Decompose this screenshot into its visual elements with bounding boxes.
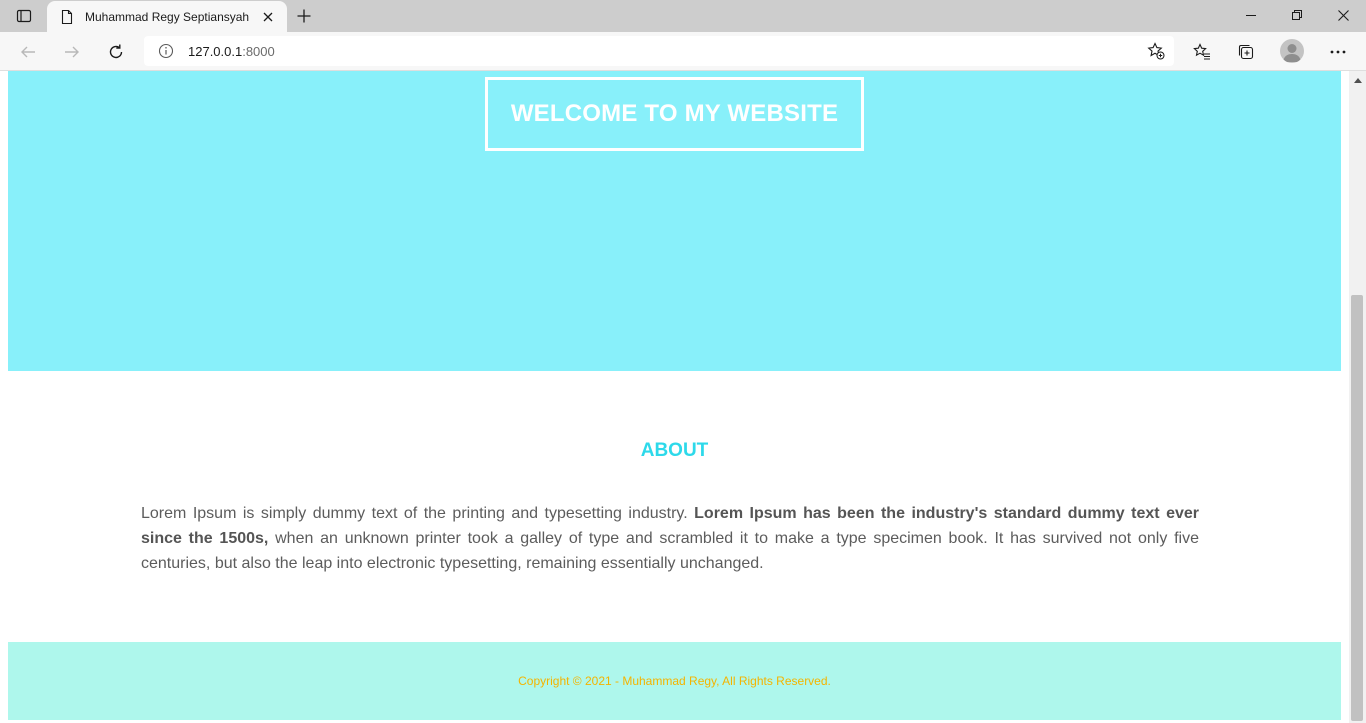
tab-actions-button[interactable] [10,6,38,26]
copyright-text: Copyright © 2021 - Muhammad Regy, All Ri… [518,674,831,688]
info-icon[interactable] [158,43,174,59]
about-title: ABOUT [640,440,709,461]
favorites-icon [1193,43,1210,60]
favorites-button[interactable] [1188,39,1216,65]
scroll-thumb[interactable] [1351,295,1363,721]
back-button[interactable] [14,39,42,65]
welcome-box: WELCOME TO MY WEBSITE [485,77,864,151]
about-text-end: when an unknown printer took a galley of… [141,530,1199,572]
profile-avatar[interactable] [1280,39,1304,63]
more-button[interactable] [1324,39,1352,65]
page-icon [59,9,75,25]
address-bar[interactable]: 127.0.0.1:8000 [144,36,1174,66]
page-viewport: WELCOME TO MY WEBSITE ABOUT Lorem Ipsum … [0,71,1349,723]
window-close-button[interactable] [1320,0,1366,30]
forward-arrow-icon [65,46,79,58]
scroll-up-button[interactable] [1349,73,1366,87]
collections-icon [1238,44,1254,60]
refresh-icon [109,44,123,59]
window-close-icon [1337,9,1349,21]
restore-icon [1292,10,1302,20]
scroll-up-arrow-icon [1353,78,1362,83]
about-paragraph: Lorem Ipsum is simply dummy text of the … [141,501,1199,576]
tab-bar: Muhammad Regy Septiansyah [0,0,1366,32]
more-icon [1330,50,1346,54]
url-port: :8000 [242,43,275,59]
back-arrow-icon [21,46,35,58]
browser-toolbar: 127.0.0.1:8000 [0,32,1366,71]
refresh-button[interactable] [102,39,130,65]
browser-tab[interactable]: Muhammad Regy Septiansyah [47,1,287,32]
url-text[interactable]: 127.0.0.1:8000 [188,44,275,59]
plus-icon [297,9,311,23]
footer: Copyright © 2021 - Muhammad Regy, All Ri… [8,642,1341,720]
add-favorite-button[interactable] [1146,41,1166,61]
url-host: 127.0.0.1 [188,43,243,59]
vertical-scrollbar[interactable] [1349,71,1366,723]
minimize-icon [1246,15,1256,16]
minimize-button[interactable] [1228,0,1274,30]
forward-button[interactable] [58,39,86,65]
collections-button[interactable] [1232,39,1260,65]
new-tab-button[interactable] [292,5,316,27]
tab-actions-icon [16,9,32,23]
welcome-heading: WELCOME TO MY WEBSITE [510,100,839,127]
hero-banner: WELCOME TO MY WEBSITE [8,71,1341,371]
star-plus-icon [1147,42,1165,60]
about-text-start: Lorem Ipsum is simply dummy text of the … [141,505,695,522]
restore-button[interactable] [1274,0,1320,30]
close-icon [263,12,273,21]
tab-title: Muhammad Regy Septiansyah [85,9,250,24]
tab-close-button[interactable] [259,8,277,26]
